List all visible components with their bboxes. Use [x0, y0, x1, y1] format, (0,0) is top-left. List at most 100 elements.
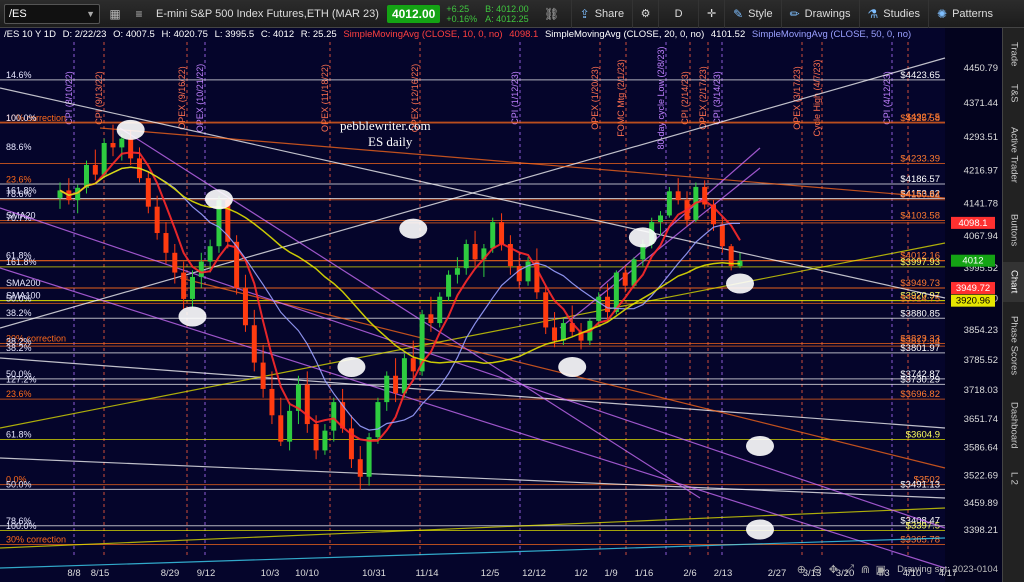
tab-buttons[interactable]: Buttons [1003, 202, 1024, 258]
candle-body [287, 410, 293, 442]
patterns-button[interactable]: ✺ Patterns [928, 0, 1001, 28]
candle-body [384, 375, 390, 403]
price-level-label: $3491.13 [900, 479, 940, 490]
watermark-line1: pebblewriter.com [340, 118, 431, 133]
sma50-legend: SimpleMovingAvg (CLOSE, 50, 0, no) [751, 29, 912, 40]
candle-body [719, 224, 725, 247]
ohlc-open: O: 4007.5 [113, 29, 155, 40]
candle-body [145, 178, 151, 207]
tab-time-and-sales[interactable]: T&S [1003, 78, 1024, 108]
highlight-ellipse [746, 436, 774, 457]
y-tick-label: 3854.23 [964, 325, 998, 336]
fib-label: 100.0% [6, 113, 37, 123]
pan-icon[interactable]: ✥ [829, 563, 838, 576]
change-block: +6.25 +0.16% [446, 4, 477, 24]
candle-body [313, 424, 319, 451]
price-level-label: $3880.85 [900, 308, 940, 319]
settings-button[interactable]: ⚙ [632, 0, 658, 28]
tab-active-trader[interactable]: Active Trader [1003, 112, 1024, 198]
candle-body [472, 244, 478, 260]
candle-body [189, 276, 195, 299]
drawings-button[interactable]: ✏ Drawings [780, 0, 859, 28]
fib-label: 50.0% [6, 293, 32, 303]
event-label: OPEX (1/20/23) [590, 66, 600, 130]
fib-label: 78.6% [6, 189, 32, 199]
price-level-label: $4103.58 [900, 210, 940, 221]
price-level-label: $4423.65 [900, 70, 940, 81]
y-tick-label: 4141.78 [964, 199, 998, 210]
highlight-ellipse [558, 356, 587, 377]
chart-area[interactable]: 8/8 8/15 8/29 9/12 10/3 10/10 10/31 11/14 12/5 12… [0, 28, 1002, 582]
style-icon: ✎ [733, 6, 744, 21]
y-tick-label: 4293.51 [964, 132, 998, 143]
y-tick-label: 3785.52 [964, 355, 998, 366]
candle-body [410, 358, 416, 372]
link-icon[interactable]: ⛓ [543, 5, 561, 23]
candle-body [269, 388, 275, 416]
chevron-down-icon: ▼ [86, 8, 95, 19]
toolbar: /ES ▼ ▦ ≡ E-mini S&P 500 Index Futures,E… [0, 0, 1024, 28]
candle-body [172, 252, 178, 273]
candle-body [525, 261, 531, 282]
candle-body [357, 459, 363, 477]
price-chart[interactable]: 8/8 8/15 8/29 9/12 10/3 10/10 10/31 11/14 12/5 12… [0, 28, 1002, 582]
candle-body [428, 314, 434, 324]
style-label: Style [748, 7, 773, 20]
zoom-out-icon[interactable]: ⊖ [813, 563, 822, 576]
candle-body [322, 430, 328, 451]
candle-body [401, 358, 407, 394]
flask-icon: ⚗ [867, 6, 879, 21]
patterns-label: Patterns [952, 7, 994, 20]
tab-chart[interactable]: Chart [1003, 262, 1024, 302]
candle-body [499, 222, 505, 245]
price-level-label: $3696.82 [900, 389, 940, 400]
watermark-line2: ES daily [368, 134, 413, 149]
study-legend: /ES 10 Y 1D D: 2/22/23 O: 4007.5 H: 4020… [4, 28, 915, 41]
tab-level2[interactable]: L 2 [1003, 464, 1024, 492]
style-button[interactable]: ✎ Style [724, 0, 781, 28]
candle-body [543, 292, 549, 328]
fib-label: 88.6% [6, 142, 32, 152]
y-tick-label: 3398.21 [964, 525, 998, 536]
tab-trade[interactable]: Trade [1003, 32, 1024, 76]
event-label: OPEX (2/17/23) [698, 66, 708, 130]
fib-label: 38.2% [6, 343, 32, 353]
share-button[interactable]: ⇪ Share [570, 0, 632, 28]
fib-label: 50.0% [6, 479, 32, 489]
y-tick-label: 4450.79 [964, 63, 998, 74]
candle-body [560, 323, 566, 341]
crosshair-button[interactable]: ✛ [698, 0, 724, 28]
event-label: 80-day cycle Low (2/8/23) [656, 46, 666, 149]
menu-icon[interactable]: ≡ [130, 5, 148, 23]
tab-phase-scores[interactable]: Phase Scores [1003, 306, 1024, 386]
candle-body [658, 215, 664, 223]
y-tick-label: 3586.64 [964, 442, 998, 453]
event-label: CPI (9/13/22) [94, 71, 104, 125]
sma10-value: 4098.1 [509, 29, 539, 40]
candle-body [666, 191, 672, 216]
highlight-ellipse [116, 119, 145, 140]
grid-icon[interactable]: ▦ [106, 5, 124, 23]
candle-body [605, 296, 611, 313]
candle-body [375, 402, 381, 438]
symbol-selector[interactable]: /ES ▼ [4, 3, 100, 24]
drawings-label: Drawings [804, 7, 851, 20]
share-icon: ⇪ [579, 6, 590, 21]
aggregation-button[interactable]: D [658, 0, 698, 28]
tab-dashboard[interactable]: Dashboard [1003, 390, 1024, 460]
price-level-label: $3365.78 [900, 534, 940, 545]
zoom-in-icon[interactable]: ⊕ [797, 563, 806, 576]
pct-change: +0.16% [446, 13, 478, 24]
event-label: OPEX (3/17/23) [792, 66, 802, 130]
lock-icon[interactable]: ▣ [876, 563, 886, 576]
price-level-label: $4325.58 [900, 113, 940, 124]
expand-icon[interactable]: ⤢ [845, 563, 854, 576]
magnet-icon[interactable]: ⋒ [861, 563, 870, 576]
price-level-label: $3730.29 [900, 374, 940, 385]
candle-body [92, 164, 98, 175]
studies-button[interactable]: ⚗ Studies [858, 0, 928, 28]
ohlc-date: D: 2/22/23 [62, 29, 107, 40]
candle-body [278, 415, 284, 442]
crosshair-icon: ✛ [706, 8, 717, 20]
candle-body [163, 233, 169, 253]
